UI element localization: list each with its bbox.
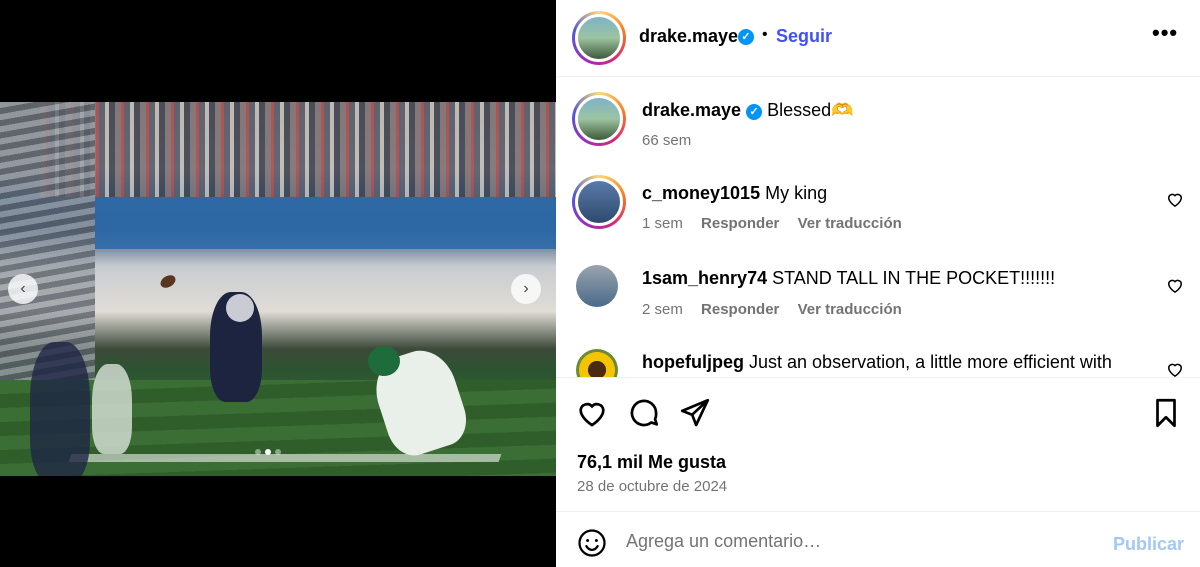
photo-field-stripe bbox=[68, 454, 502, 462]
see-translation-button[interactable]: Ver traducción bbox=[798, 301, 902, 318]
separator-dot: • bbox=[762, 26, 768, 43]
emoji-icon[interactable] bbox=[577, 528, 607, 558]
follow-button[interactable]: Seguir bbox=[776, 26, 832, 47]
chevron-left-icon: ‹ bbox=[20, 280, 26, 297]
comment-avatar[interactable] bbox=[576, 349, 618, 377]
comment-meta: 1 sem Responder Ver traducción bbox=[642, 215, 916, 232]
post-panel: drake.maye ✓ • Seguir ••• drake.maye ✓ B… bbox=[556, 0, 1200, 567]
post-header: drake.maye ✓ • Seguir ••• bbox=[556, 0, 1200, 77]
reply-button[interactable]: Responder bbox=[701, 215, 779, 232]
like-comment-heart-icon[interactable] bbox=[1165, 275, 1185, 295]
post-media: ‹ › bbox=[0, 0, 556, 567]
photo-player-jet-left bbox=[92, 364, 132, 454]
caption-username[interactable]: drake.maye bbox=[642, 100, 741, 120]
post-date: 28 de octubre de 2024 bbox=[577, 478, 728, 495]
caption-time: 66 sem bbox=[642, 132, 692, 149]
comment-text: My king bbox=[765, 183, 828, 203]
carousel-dot bbox=[275, 449, 281, 455]
photo-football bbox=[158, 272, 178, 291]
photo-defender-helmet bbox=[368, 346, 400, 376]
author-avatar[interactable] bbox=[572, 11, 626, 65]
comment-time: 1 sem bbox=[642, 215, 683, 232]
comment-text-line: c_money1015 My king bbox=[642, 183, 827, 204]
publish-button[interactable]: Publicar bbox=[1113, 534, 1184, 555]
comment-text-line: 1sam_henry74 STAND TALL IN THE POCKET!!!… bbox=[642, 268, 1055, 289]
comment-row: hopefuljpeg Just an observation, a littl… bbox=[556, 349, 1200, 377]
photo-stands bbox=[0, 102, 95, 382]
post-actions: 76,1 mil Me gusta 28 de octubre de 2024 bbox=[556, 377, 1200, 512]
comment-meta: 2 sem Responder Ver traducción bbox=[642, 301, 916, 318]
photo-player-left bbox=[30, 342, 90, 476]
caption-avatar[interactable] bbox=[572, 92, 626, 146]
carousel-dot bbox=[255, 449, 261, 455]
comment-composer: Publicar bbox=[556, 512, 1200, 567]
comment-username[interactable]: 1sam_henry74 bbox=[642, 268, 767, 288]
caption-text-line: drake.maye ✓ Blessed🫶 bbox=[642, 100, 854, 121]
save-bookmark-icon[interactable] bbox=[1149, 396, 1183, 430]
reply-button[interactable]: Responder bbox=[701, 301, 779, 318]
share-send-icon[interactable] bbox=[678, 396, 712, 430]
comment-row: 1sam_henry74 STAND TALL IN THE POCKET!!!… bbox=[556, 263, 1200, 333]
carousel-indicator bbox=[255, 449, 281, 455]
caption-row: drake.maye ✓ Blessed🫶 66 sem bbox=[556, 92, 1200, 162]
comment-time: 2 sem bbox=[642, 301, 683, 318]
see-translation-button[interactable]: Ver traducción bbox=[798, 215, 902, 232]
verified-badge-icon: ✓ bbox=[738, 29, 754, 45]
comment-row: c_money1015 My king 1 sem Responder Ver … bbox=[556, 175, 1200, 245]
photo-crowd bbox=[40, 102, 556, 197]
verified-badge-icon: ✓ bbox=[746, 104, 763, 120]
more-options-icon[interactable]: ••• bbox=[1152, 20, 1178, 46]
comment-avatar[interactable] bbox=[576, 265, 618, 307]
comment-username[interactable]: c_money1015 bbox=[642, 183, 760, 203]
chevron-right-icon: › bbox=[523, 280, 529, 297]
comment-text: Just an observation, a little more effic… bbox=[749, 352, 1112, 372]
comment-text-line: hopefuljpeg Just an observation, a littl… bbox=[642, 352, 1112, 373]
like-comment-heart-icon[interactable] bbox=[1165, 189, 1185, 209]
carousel-next-button[interactable]: › bbox=[511, 274, 541, 304]
photo-banner bbox=[95, 197, 556, 249]
like-heart-icon[interactable] bbox=[575, 396, 609, 430]
comment-input[interactable] bbox=[626, 524, 1096, 558]
comment-username[interactable]: hopefuljpeg bbox=[642, 352, 744, 372]
photo-qb-helmet bbox=[226, 294, 254, 322]
likes-count[interactable]: 76,1 mil Me gusta bbox=[577, 452, 726, 473]
comments-list[interactable]: drake.maye ✓ Blessed🫶 66 sem c_money1015… bbox=[556, 77, 1200, 377]
carousel-dot-active bbox=[265, 449, 271, 455]
author-username[interactable]: drake.maye bbox=[639, 26, 738, 47]
comment-bubble-icon[interactable] bbox=[627, 396, 661, 430]
comment-text: STAND TALL IN THE POCKET!!!!!!! bbox=[772, 268, 1056, 288]
carousel-prev-button[interactable]: ‹ bbox=[8, 274, 38, 304]
comment-avatar[interactable] bbox=[572, 175, 626, 229]
caption-meta: 66 sem bbox=[642, 132, 705, 149]
caption-text: Blessed🫶 bbox=[767, 100, 854, 120]
post-photo bbox=[0, 102, 556, 476]
like-comment-heart-icon[interactable] bbox=[1165, 359, 1185, 377]
